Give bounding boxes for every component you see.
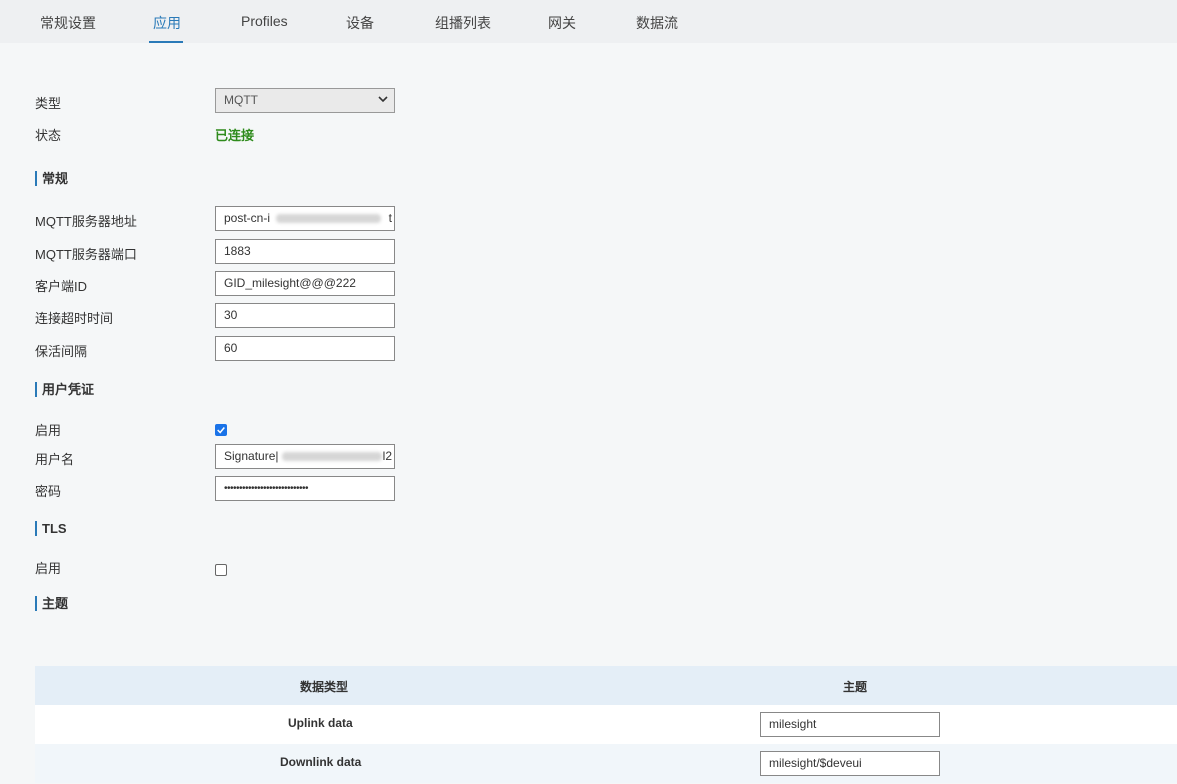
tab-devices[interactable]: 设备 bbox=[346, 13, 374, 33]
username-input[interactable]: Signature| l2 bbox=[215, 444, 395, 469]
uplink-topic-input[interactable]: milesight bbox=[760, 712, 940, 737]
credentials-enable-label: 启用 bbox=[35, 423, 62, 438]
type-select-value: MQTT bbox=[224, 93, 258, 107]
server-address-input[interactable]: post-cn-i t bbox=[215, 206, 395, 231]
keepalive-input[interactable]: 60 bbox=[215, 336, 395, 361]
header-topic: 主题 bbox=[843, 680, 868, 694]
uplink-type: Uplink data bbox=[288, 716, 353, 730]
downlink-topic-input[interactable]: milesight/$deveui bbox=[760, 751, 940, 776]
section-topic: 主题 bbox=[35, 596, 68, 611]
username-value: Signature| bbox=[224, 449, 279, 463]
tab-profiles[interactable]: Profiles bbox=[241, 13, 288, 29]
status-value: 已连接 bbox=[215, 128, 255, 143]
tls-enable-checkbox[interactable] bbox=[215, 564, 227, 576]
password-label: 密码 bbox=[35, 484, 62, 499]
connection-timeout-label: 连接超时时间 bbox=[35, 311, 114, 326]
section-tls: TLS bbox=[35, 521, 67, 536]
header-data-type: 数据类型 bbox=[300, 680, 349, 694]
server-port-input[interactable]: 1883 bbox=[215, 239, 395, 264]
section-credentials: 用户凭证 bbox=[35, 382, 94, 397]
tab-data-flow[interactable]: 数据流 bbox=[636, 13, 678, 33]
type-select[interactable]: MQTT bbox=[215, 88, 395, 113]
client-id-input[interactable]: GID_milesight@@@222 bbox=[215, 271, 395, 296]
downlink-type: Downlink data bbox=[280, 755, 362, 769]
connection-timeout-input[interactable]: 30 bbox=[215, 303, 395, 328]
checkmark-icon bbox=[217, 427, 225, 434]
username-tail: l2 bbox=[382, 449, 392, 463]
type-label: 类型 bbox=[35, 96, 62, 111]
redacted-blur bbox=[282, 452, 382, 461]
status-label: 状态 bbox=[35, 128, 62, 143]
credentials-enable-checkbox[interactable] bbox=[215, 424, 227, 436]
server-port-label: MQTT服务器端口 bbox=[35, 247, 137, 262]
tab-application[interactable]: 应用 bbox=[153, 13, 181, 33]
section-general: 常规 bbox=[35, 171, 68, 186]
tab-general-settings[interactable]: 常规设置 bbox=[40, 13, 96, 33]
tab-bar: 常规设置 应用 Profiles 设备 组播列表 网关 数据流 bbox=[0, 0, 1177, 43]
username-label: 用户名 bbox=[35, 452, 75, 467]
table-row: Downlink data milesight/$deveui bbox=[35, 744, 1177, 783]
server-address-label: MQTT服务器地址 bbox=[35, 214, 137, 229]
client-id-label: 客户端ID bbox=[35, 279, 88, 294]
redacted-blur bbox=[276, 214, 381, 223]
chevron-down-icon bbox=[378, 96, 388, 103]
server-address-value: post-cn-i bbox=[224, 211, 271, 225]
topic-table: 数据类型 主题 Uplink data milesight Downlink d… bbox=[35, 666, 1177, 784]
active-tab-indicator bbox=[149, 41, 183, 43]
server-address-tail: t bbox=[388, 211, 392, 225]
password-input[interactable]: •••••••••••••••••••••••••••• bbox=[215, 476, 395, 501]
tls-enable-label: 启用 bbox=[35, 561, 62, 576]
tab-multicast-list[interactable]: 组播列表 bbox=[435, 13, 491, 33]
table-header: 数据类型 主题 bbox=[35, 666, 1177, 705]
keepalive-label: 保活间隔 bbox=[35, 344, 88, 359]
tab-gateway[interactable]: 网关 bbox=[548, 13, 576, 33]
table-row: Uplink data milesight bbox=[35, 705, 1177, 744]
